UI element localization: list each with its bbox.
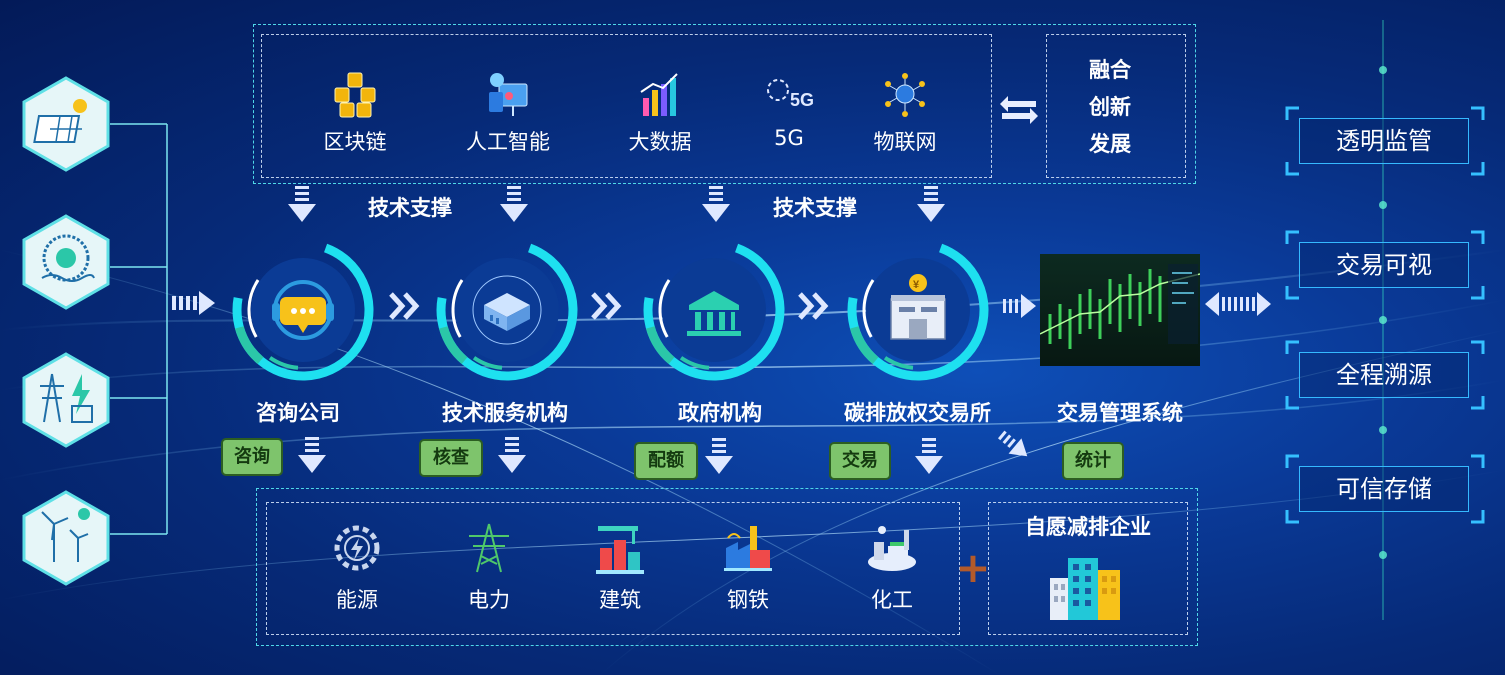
industry-item-power: 电力 [439,520,539,614]
down-arrow-icon [498,437,526,473]
tech-item-5g: 5G 5G [734,70,844,150]
flow-node-2 [432,235,582,385]
power-pylon-icon [461,520,517,576]
industry-label: 建筑 [599,588,641,612]
svg-text:5G: 5G [790,90,814,110]
tech-item-blockchain: 区块链 [300,70,410,156]
chevron-right-icon [798,292,829,320]
industry-item-chemical: 化工 [842,520,942,614]
flow-node-3 [639,235,789,385]
feature-box: 全程溯源 [1299,352,1469,398]
wind-turbine-icon [22,490,110,586]
feature-box: 透明监管 [1299,118,1469,164]
tech-label: 大数据 [628,130,692,154]
fusion-text: 融合 创新 发展 [1060,52,1160,163]
down-arrow-icon [705,438,733,474]
exchange-arrows-icon [1000,96,1038,124]
flow-node-4: ¥ [843,235,993,385]
steel-factory-icon [720,520,776,576]
chevron-right-icon [389,292,420,320]
construction-icon [592,520,648,576]
hydro-icon [22,214,110,310]
iot-icon [880,70,930,120]
tech-item-bigdata: 大数据 [605,70,715,156]
bidirectional-arrow-icon [1205,292,1271,316]
ai-icon [483,70,533,120]
fusion-line: 创新 [1089,95,1131,119]
fusion-line: 发展 [1089,132,1131,156]
tech-label: 物联网 [873,130,937,154]
tag-statistics: 统计 [1062,442,1124,480]
tag-verification: 核查 [419,439,483,477]
industry-item-construction: 建筑 [570,520,670,614]
node-label-exchange: 碳排放权交易所 [844,401,991,425]
tech-label: 区块链 [323,130,387,154]
tech-label: 5G [774,126,804,150]
flow-arrow-icon [172,291,215,315]
flow-node-1 [228,235,378,385]
office-buildings-icon [1050,558,1120,620]
industry-label: 钢铁 [727,588,769,612]
down-arrow-icon [702,186,730,222]
tech-support-label: 技术支撑 [773,196,857,220]
industry-item-energy: 能源 [307,520,407,614]
down-arrow-icon [915,438,943,474]
down-arrow-icon [500,186,528,222]
power-tower-icon [22,352,110,448]
chemical-plant-icon [864,520,920,576]
tag-quota: 配额 [634,442,698,480]
down-arrow-icon [288,186,316,222]
tech-support-label: 技术支撑 [368,196,452,220]
plus-sign: + [955,543,991,592]
node-label-consulting: 咨询公司 [256,401,340,425]
down-arrow-icon [298,437,326,473]
svg-text:¥: ¥ [913,279,920,291]
energy-gear-icon [329,520,385,576]
solar-panel-icon [22,76,110,172]
industry-item-steel: 钢铁 [698,520,798,614]
tech-item-iot: 物联网 [850,70,960,156]
industry-label: 能源 [336,588,378,612]
voluntary-label: 自愿减排企业 [1025,515,1151,539]
diagonal-arrow-icon [997,430,1028,457]
node-label-government: 政府机构 [678,401,762,425]
big-data-icon [635,70,685,120]
tech-item-ai: 人工智能 [453,70,563,156]
node-label-tech-service: 技术服务机构 [442,401,568,425]
stock-chart-image [1040,254,1200,366]
flow-arrow-icon [1003,294,1036,318]
tag-trading: 交易 [829,442,891,480]
blockchain-icon [330,70,380,120]
5g-icon: 5G [764,70,814,120]
node-label-trading-system: 交易管理系统 [1057,401,1183,425]
down-arrow-icon [917,186,945,222]
tech-label: 人工智能 [466,130,550,154]
feature-box: 交易可视 [1299,242,1469,288]
chevron-right-icon [591,292,622,320]
tag-consulting: 咨询 [221,438,283,476]
feature-box: 可信存储 [1299,466,1469,512]
fusion-line: 融合 [1089,58,1131,82]
industry-label: 化工 [871,588,913,612]
industry-label: 电力 [468,588,510,612]
